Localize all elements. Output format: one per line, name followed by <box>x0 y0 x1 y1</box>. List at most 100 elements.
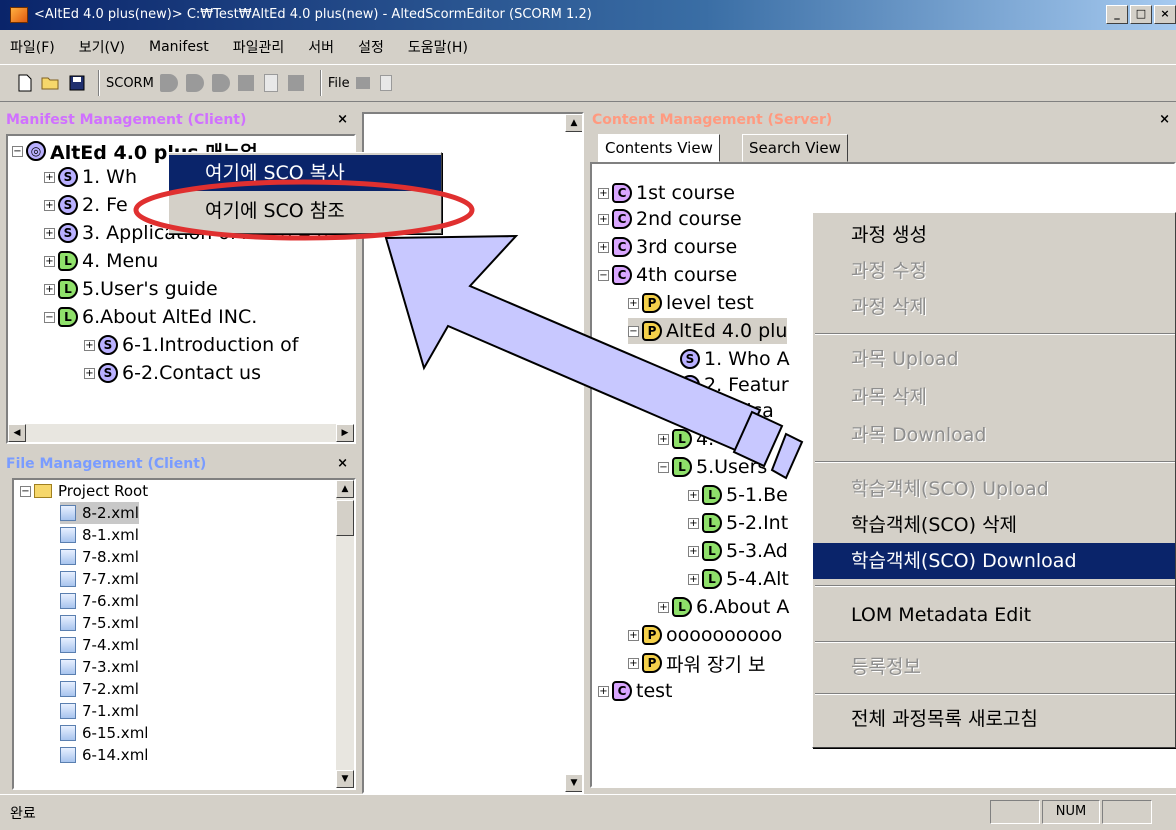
file-item[interactable]: 7-7.xml <box>60 568 139 590</box>
scroll-up-icon[interactable]: ▲ <box>336 480 354 498</box>
tree-item-subject[interactable]: + Plevel test <box>628 290 754 316</box>
file-item[interactable]: 7-8.xml <box>60 546 139 568</box>
tree-item-sco[interactable]: S 2. Featur <box>680 372 789 398</box>
menu-view[interactable]: 보기(V) <box>79 37 125 57</box>
collapse-icon[interactable]: − <box>628 325 639 337</box>
tree-item[interactable]: + S 1. Wh <box>44 164 137 190</box>
menu-item-edit-course[interactable]: 과정 수정 <box>813 253 1175 289</box>
scroll-down-icon[interactable]: ▼ <box>565 774 582 792</box>
scorm-tool-2-icon[interactable] <box>185 74 204 92</box>
file-tool-1-icon[interactable] <box>355 77 370 89</box>
collapse-icon[interactable]: − <box>658 461 669 473</box>
expand-icon[interactable]: + <box>628 629 639 641</box>
menu-item-subject-delete[interactable]: 과목 삭제 <box>813 379 1175 415</box>
scorm-tool-1-icon[interactable] <box>159 74 178 92</box>
tree-item-subject[interactable]: − P AltEd 4.0 plu <box>628 318 788 344</box>
menu-item-sco-upload[interactable]: 학습객체(SCO) Upload <box>813 471 1175 507</box>
expand-icon[interactable]: + <box>688 545 699 557</box>
tree-item-course[interactable]: + C 2nd course <box>598 206 742 232</box>
collapse-icon[interactable]: − <box>598 269 609 281</box>
file-panel-close-icon[interactable]: × <box>337 452 348 476</box>
menu-item-lom-metadata-edit[interactable]: LOM Metadata Edit <box>813 597 1175 633</box>
menu-item-subject-download[interactable]: 과목 Download <box>813 417 1175 453</box>
scroll-thumb[interactable] <box>336 500 354 536</box>
scroll-right-icon[interactable]: ▶ <box>336 424 354 442</box>
tree-item[interactable]: + L 5.User's guide <box>44 276 218 302</box>
menu-item-refresh-all[interactable]: 전체 과정목록 새로고침 <box>813 701 1175 737</box>
scroll-down-icon[interactable]: ▼ <box>336 770 354 788</box>
close-button[interactable]: × <box>1154 5 1176 24</box>
expand-icon[interactable]: + <box>658 601 669 613</box>
file-root[interactable]: − Project Root <box>20 480 148 502</box>
file-item[interactable]: 7-2.xml <box>60 678 139 700</box>
expand-icon[interactable]: + <box>598 213 609 225</box>
menu-manifest[interactable]: Manifest <box>149 39 209 55</box>
collapse-icon[interactable]: − <box>12 145 23 157</box>
menu-item-create-course[interactable]: 과정 생성 <box>813 217 1175 253</box>
expand-icon[interactable]: + <box>44 227 55 239</box>
save-button[interactable] <box>66 72 88 94</box>
menu-file[interactable]: 파일(F) <box>10 37 55 57</box>
window-title-bar[interactable]: <AltEd 4.0 plus(new)> C:₩Test₩AltEd 4.0 … <box>0 0 1176 30</box>
file-item[interactable]: 8-2.xml <box>60 502 139 524</box>
tree-item[interactable]: + S 2. Fe <box>44 192 128 218</box>
manifest-horizontal-scrollbar[interactable]: ◀ ▶ <box>8 424 354 442</box>
scorm-tool-4-icon[interactable] <box>237 75 254 91</box>
expand-icon[interactable]: + <box>658 433 669 445</box>
menu-file-management[interactable]: 파일관리 <box>233 37 285 57</box>
menu-item-copy-sco-here[interactable]: 여기에 SCO 복사 <box>169 155 441 191</box>
collapse-icon[interactable]: − <box>20 485 31 497</box>
expand-icon[interactable]: + <box>84 339 95 351</box>
tree-item-lesson[interactable]: + L 5-3.Ad <box>688 538 788 564</box>
file-item[interactable]: 6-15.xml <box>60 722 148 744</box>
scorm-tool-5-icon[interactable] <box>263 74 278 92</box>
menu-settings[interactable]: 설정 <box>358 37 384 57</box>
menu-item-delete-course[interactable]: 과정 삭제 <box>813 289 1175 325</box>
menu-item-properties[interactable]: 등록정보 <box>813 649 1175 685</box>
tree-item-sco[interactable]: S Applica <box>680 398 774 424</box>
open-folder-button[interactable] <box>40 72 62 94</box>
tab-search-view[interactable]: Search View <box>742 134 848 162</box>
expand-icon[interactable]: + <box>688 517 699 529</box>
tab-contents-view[interactable]: Contents View <box>598 134 720 162</box>
maximize-button[interactable]: □ <box>1130 5 1152 24</box>
tree-item-course[interactable]: + Ctest <box>598 678 673 704</box>
scroll-up-icon[interactable]: ▲ <box>565 114 582 132</box>
tree-item-subject[interactable]: + P 파워 장기 보 <box>628 650 765 676</box>
expand-icon[interactable]: + <box>598 187 609 199</box>
menu-server[interactable]: 서버 <box>308 37 334 57</box>
tree-item-lesson[interactable]: + L 5-1.Be <box>688 482 788 508</box>
file-item[interactable]: 7-4.xml <box>60 634 139 656</box>
expand-icon[interactable]: + <box>44 283 55 295</box>
tree-item-lesson[interactable]: − L 5.Users <box>658 454 767 480</box>
menu-item-sco-download[interactable]: 학습객체(SCO) Download <box>813 543 1175 579</box>
expand-icon[interactable]: + <box>44 255 55 267</box>
expand-icon[interactable]: + <box>598 685 609 697</box>
tree-item-course[interactable]: + C 1st course <box>598 180 735 206</box>
expand-icon[interactable]: + <box>44 199 55 211</box>
menu-item-sco-delete[interactable]: 학습객체(SCO) 삭제 <box>813 507 1175 543</box>
new-document-button[interactable] <box>14 72 36 94</box>
expand-icon[interactable]: + <box>44 171 55 183</box>
tree-item-course[interactable]: + C 3rd course <box>598 234 737 260</box>
manifest-panel-close-icon[interactable]: × <box>337 108 348 132</box>
file-tool-2-icon[interactable] <box>379 75 392 91</box>
file-item[interactable]: 7-6.xml <box>60 590 139 612</box>
file-item[interactable]: 7-3.xml <box>60 656 139 678</box>
tree-item[interactable]: + L 4. Menu <box>44 248 158 274</box>
menu-help[interactable]: 도움말(H) <box>408 37 468 57</box>
tree-item-subject[interactable]: + Poooooooooo <box>628 622 782 648</box>
minimize-button[interactable]: _ <box>1106 5 1128 24</box>
tree-item-lesson[interactable]: + L 4. Menu <box>658 426 772 452</box>
tree-item[interactable]: − L 6.About AltEd INC. <box>44 304 257 330</box>
tree-item-lesson[interactable]: + L 5-4.Alt <box>688 566 789 592</box>
scroll-left-icon[interactable]: ◀ <box>8 424 26 442</box>
file-item[interactable]: 6-14.xml <box>60 744 148 766</box>
expand-icon[interactable]: + <box>598 241 609 253</box>
file-tree[interactable]: − Project Root 8-2.xml 8-1.xml 7-8.xml 7… <box>12 478 356 790</box>
collapse-icon[interactable]: − <box>44 311 55 323</box>
file-item[interactable]: 8-1.xml <box>60 524 139 546</box>
tree-item-lesson[interactable]: + L 6.About A <box>658 594 789 620</box>
scorm-tool-6-icon[interactable] <box>287 75 304 91</box>
expand-icon[interactable]: + <box>688 573 699 585</box>
